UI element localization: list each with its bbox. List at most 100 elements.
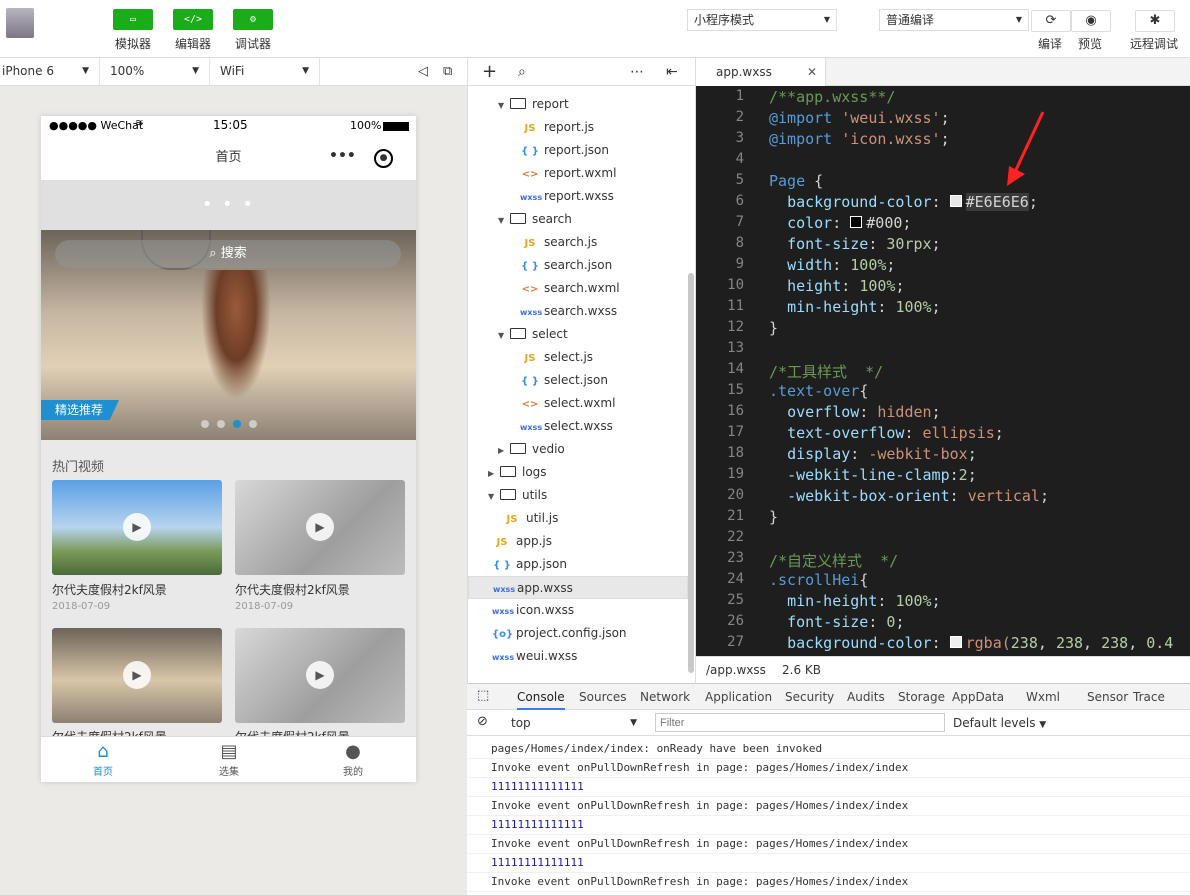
devtools-tab-security[interactable]: Security [785, 684, 834, 710]
debugger-button[interactable]: ⚙ [233, 9, 273, 30]
color-swatch[interactable] [949, 194, 962, 207]
popout-icon[interactable]: ⧉ [443, 64, 452, 79]
tree-file[interactable]: wxss report.wxss [468, 185, 688, 208]
mode-select[interactable]: 小程序模式 ▼ [687, 9, 837, 31]
code-line[interactable]: overflow: hidden; [769, 403, 941, 421]
devtools-tab-sources[interactable]: Sources [579, 684, 626, 710]
code-line[interactable]: background-color: #E6E6E6; [769, 193, 1038, 211]
device-select[interactable]: iPhone 6 ▼ [0, 58, 100, 85]
color-swatch[interactable] [850, 215, 863, 228]
devtools-tab-sensor[interactable]: Sensor [1087, 684, 1128, 710]
code-line[interactable]: min-height: 100%; [769, 592, 941, 610]
code-line[interactable]: background-color: rgba(238, 238, 238, 0.… [769, 634, 1173, 652]
code-line[interactable]: /*自定义样式 */ [769, 550, 898, 571]
tree-file[interactable]: { } select.json [468, 369, 688, 392]
tree-file[interactable]: JS report.js [468, 116, 688, 139]
tree-file[interactable]: wxss app.wxss [468, 576, 688, 599]
code-line[interactable]: @import 'weui.wxss'; [769, 109, 950, 127]
code-line[interactable]: font-size: 0; [769, 613, 904, 631]
more-icon[interactable]: ••• [329, 134, 356, 178]
code-line[interactable]: -webkit-box-orient: vertical; [769, 487, 1049, 505]
code-line[interactable]: .scrollHei{ [769, 571, 868, 589]
video-thumbnail[interactable]: ▶ [235, 628, 405, 723]
editor-tab-active[interactable]: app.wxss ✕ [696, 58, 826, 86]
eye-icon[interactable]: ◉ [1071, 10, 1111, 32]
more-icon[interactable]: ⋯ [630, 58, 644, 86]
video-title[interactable]: 尔代夫度假村2kf风景 [52, 581, 167, 598]
carousel-dot[interactable] [217, 420, 225, 428]
play-icon[interactable]: ▶ [123, 513, 151, 541]
play-icon[interactable]: ▶ [306, 513, 334, 541]
collapse-icon[interactable]: ⇤ [666, 58, 678, 86]
code-line[interactable]: -webkit-line-clamp:2; [769, 466, 977, 484]
network-select[interactable]: WiFi ▼ [218, 58, 320, 85]
color-swatch[interactable] [949, 635, 962, 648]
inspect-icon[interactable]: ⬚ [477, 688, 489, 703]
refresh-icon[interactable]: ⟳ [1031, 10, 1071, 32]
close-icon[interactable]: ✕ [807, 58, 817, 86]
code-line[interactable]: /*工具样式 */ [769, 361, 883, 382]
code-line[interactable]: /**app.wxss**/ [769, 88, 895, 106]
code-line[interactable]: .text-over{ [769, 382, 868, 400]
devtools-tab-audits[interactable]: Audits [847, 684, 885, 710]
tab-episodes[interactable]: ▤ 选集 [179, 741, 279, 778]
devtools-tab-appdata[interactable]: AppData [952, 684, 1004, 710]
tree-file[interactable]: { } search.json [468, 254, 688, 277]
tree-file[interactable]: wxss icon.wxss [468, 599, 688, 622]
tree-folder[interactable]: ▼ utils [468, 484, 688, 507]
video-thumbnail[interactable]: ▶ [52, 480, 222, 575]
add-icon[interactable]: + [482, 58, 497, 86]
code-line[interactable]: display: -webkit-box; [769, 445, 977, 463]
tree-file[interactable]: JS util.js [468, 507, 688, 530]
tree-file[interactable]: <> select.wxml [468, 392, 688, 415]
console-filter-input[interactable] [655, 713, 945, 732]
zoom-select[interactable]: 100% ▼ [108, 58, 210, 85]
carousel-dot-active[interactable] [233, 420, 241, 428]
tree-file[interactable]: wxss select.wxss [468, 415, 688, 438]
editor-button[interactable]: </> [173, 9, 213, 30]
code-line[interactable]: } [769, 319, 778, 337]
code-line[interactable]: } [769, 508, 778, 526]
tree-file[interactable]: JS app.js [468, 530, 688, 553]
code-line[interactable]: font-size: 30rpx; [769, 235, 941, 253]
tree-file[interactable]: { } app.json [468, 553, 688, 576]
simulator-button[interactable]: ▭ [113, 9, 153, 30]
video-thumbnail[interactable]: ▶ [235, 480, 405, 575]
levels-select[interactable]: Default levels ▼ [953, 713, 1046, 733]
code-line[interactable]: width: 100%; [769, 256, 895, 274]
clear-console-icon[interactable]: ⊘ [477, 714, 488, 729]
code-line[interactable]: text-overflow: ellipsis; [769, 424, 1004, 442]
tree-file[interactable]: wxss search.wxss [468, 300, 688, 323]
context-select[interactable]: top ▼ [505, 713, 641, 733]
code-line[interactable]: Page { [769, 172, 823, 190]
tree-file[interactable]: JS search.js [468, 231, 688, 254]
tree-scrollbar[interactable] [688, 273, 694, 673]
bug-icon[interactable]: ✱ [1135, 10, 1175, 32]
carousel-dot[interactable] [201, 420, 209, 428]
tree-file[interactable]: JS select.js [468, 346, 688, 369]
play-icon[interactable]: ▶ [306, 661, 334, 689]
tree-file[interactable]: wxss weui.wxss [468, 645, 688, 668]
tree-folder[interactable]: ▼ select [468, 323, 688, 346]
tree-folder[interactable]: ▼ search [468, 208, 688, 231]
video-title[interactable]: 尔代夫度假村2kf风景 [235, 581, 350, 598]
sound-icon[interactable]: ◁ [418, 64, 428, 79]
compile-select[interactable]: 普通编译 ▼ [879, 9, 1029, 31]
tree-folder[interactable]: ▼ report [468, 93, 688, 116]
close-capsule-icon[interactable]: ● [374, 149, 393, 168]
tree-folder[interactable]: ▶ vedio [468, 438, 688, 461]
tab-home[interactable]: ⌂ 首页 [53, 741, 153, 778]
tab-mine[interactable]: ● 我的 [303, 741, 403, 778]
code-line[interactable]: min-height: 100%; [769, 298, 941, 316]
devtools-tab-wxml[interactable]: Wxml [1026, 684, 1060, 710]
code-editor[interactable]: 1 /**app.wxss**/ 2 @import 'weui.wxss'; 3 @im… [696, 86, 1190, 656]
tree-folder[interactable]: ▶ logs [468, 461, 688, 484]
banner-carousel[interactable]: ⌕ 搜索 精选推荐 [41, 230, 416, 440]
video-thumbnail[interactable]: ▶ [52, 628, 222, 723]
tree-file[interactable]: <> search.wxml [468, 277, 688, 300]
search-bar[interactable]: ⌕ 搜索 [55, 240, 401, 268]
tree-file[interactable]: {o} project.config.json [468, 622, 688, 645]
search-icon[interactable]: ⌕ [518, 58, 526, 86]
devtools-tab-network[interactable]: Network [640, 684, 690, 710]
tree-file[interactable]: { } report.json [468, 139, 688, 162]
